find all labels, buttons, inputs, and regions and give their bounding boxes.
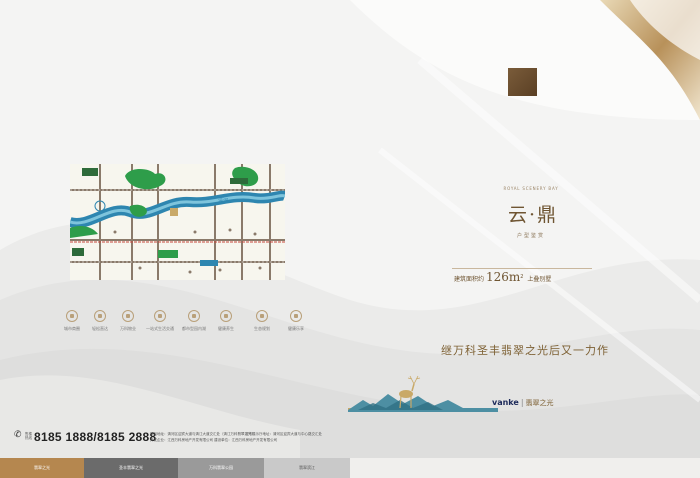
footer-brand-1: 翡翠之光 (0, 458, 84, 478)
feature-icon (256, 310, 268, 322)
feature-label: 健康养生 (218, 326, 234, 331)
feature-icon (66, 310, 78, 322)
brand-name-en: vanke (492, 398, 519, 407)
feature-icon (188, 310, 200, 322)
area-unit-sup: 2 (520, 274, 524, 280)
product-subtitle: 户型鉴赏 (516, 233, 545, 239)
location-map-graphic: 清河 (70, 164, 285, 280)
developer-info: 开发企业：江西万科房地产开发有限公司 建设单位：江西万科房地产开发有限公司 (150, 438, 278, 442)
footer-right-blank (350, 458, 700, 478)
feature-label: 生态规划 (254, 326, 270, 331)
feature-icons: 城市商圈 轻松直达 万科物业 一站式生活交通 都市型园内湖 健康养生 生态规划 (54, 310, 314, 340)
feature-item: 生态规划 (244, 310, 280, 332)
phone-icon: ✆ (14, 430, 22, 440)
brand-separator: | (520, 398, 524, 407)
divider (452, 268, 592, 269)
slogan: 继万科圣丰翡翠之光后又一力作 (441, 344, 609, 357)
footer-brand-bar: 翡翠之光 圣丰翡翠之光 万科翡翠公园 翡翠滨江 (0, 458, 350, 478)
english-subtitle: ROYAL SCENERY BAY (503, 186, 559, 191)
area-value: 126m (485, 270, 521, 284)
feature-icon (290, 310, 302, 322)
feature-icon (220, 310, 232, 322)
project-address: 项目地址：清河区迎宾大道与清江大道交汇处（清江万科翡翠之光） (150, 432, 255, 436)
feature-label: 万科物业 (120, 326, 136, 331)
location-map: 清河 (70, 164, 285, 280)
area-type: 上叠别墅 (527, 276, 552, 283)
feature-icon (122, 310, 134, 322)
vanke-logo: vanke | 翡翠之光 (492, 398, 554, 408)
feature-label: 都市型园内湖 (182, 326, 206, 331)
feature-label: 一站式生活交通 (146, 326, 174, 331)
product-title: 云·鼎 (507, 204, 559, 226)
brochure-page: ROYAL SCENERY BAY 云·鼎 户型鉴赏 建筑面积约 126m2 上… (0, 0, 700, 478)
area-info: 建筑面积约 126m2 上叠别墅 (454, 270, 624, 284)
footer-brand-2: 圣丰翡翠之光 (84, 458, 178, 478)
feature-item: 都市型园内湖 (176, 310, 212, 332)
feature-label: 健康乐享 (288, 326, 304, 331)
footer-brand-3: 万科翡翠公园 (178, 458, 264, 478)
feature-item: 一站式生活交通 (142, 310, 178, 332)
feature-item: 健康乐享 (278, 310, 314, 332)
showroom-address: 城市展示厅地址：清河区迎宾大道与中心路交汇处 (245, 432, 322, 436)
map-river-label: 清河 (218, 197, 228, 204)
brand-emblem (508, 68, 537, 96)
hotline-number: 8185 1888/8185 2888 (34, 430, 157, 444)
brand-project-name: 翡翠之光 (525, 399, 554, 407)
footer-brand-4: 翡翠滨江 (264, 458, 350, 478)
deer-landscape-icon (348, 375, 498, 412)
feature-icon (154, 310, 166, 322)
area-label: 建筑面积约 (454, 276, 485, 283)
feature-item: 万科物业 (110, 310, 146, 332)
feature-item: 健康养生 (208, 310, 244, 332)
feature-icon (94, 310, 106, 322)
